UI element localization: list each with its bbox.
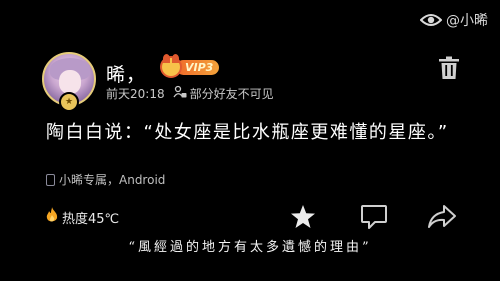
share-icon [427,204,457,230]
fox-icon [160,54,182,78]
comment-button[interactable] [360,204,388,230]
post-meta: 前天20:18 部分好友不可见 [106,85,274,102]
heat-indicator: 热度45℃ [46,207,119,227]
post-time: 前天20:18 [106,87,165,101]
visibility-text: 部分好友不可见 [189,87,274,101]
share-button[interactable] [427,204,457,230]
subtitle-caption: “風經過的地方有太多遺憾的理由” [128,240,372,255]
username[interactable]: 晞， [106,60,146,87]
watermark: @小晞 [420,10,488,30]
flame-icon [46,207,58,227]
delete-button[interactable] [438,56,460,80]
phone-icon [46,173,55,186]
post-content: 陶白白说：“处女座是比水瓶座更难懂的星座。” [46,122,449,143]
heat-text: 热度45℃ [62,211,120,227]
comment-icon [360,204,388,230]
vip-label: VIP3 [176,59,220,75]
source-text: 小晞专属，Android [59,173,166,187]
star-icon [290,204,316,230]
vip-badge[interactable]: VIP3 [160,54,220,78]
person-lock-icon [173,85,187,102]
post-source: 小晞专属，Android [46,171,165,188]
like-button[interactable] [290,204,316,230]
trash-icon [438,56,460,84]
star-badge-icon: ★ [59,92,79,112]
eye-icon [420,12,442,28]
watermark-text: @小晞 [446,13,488,29]
